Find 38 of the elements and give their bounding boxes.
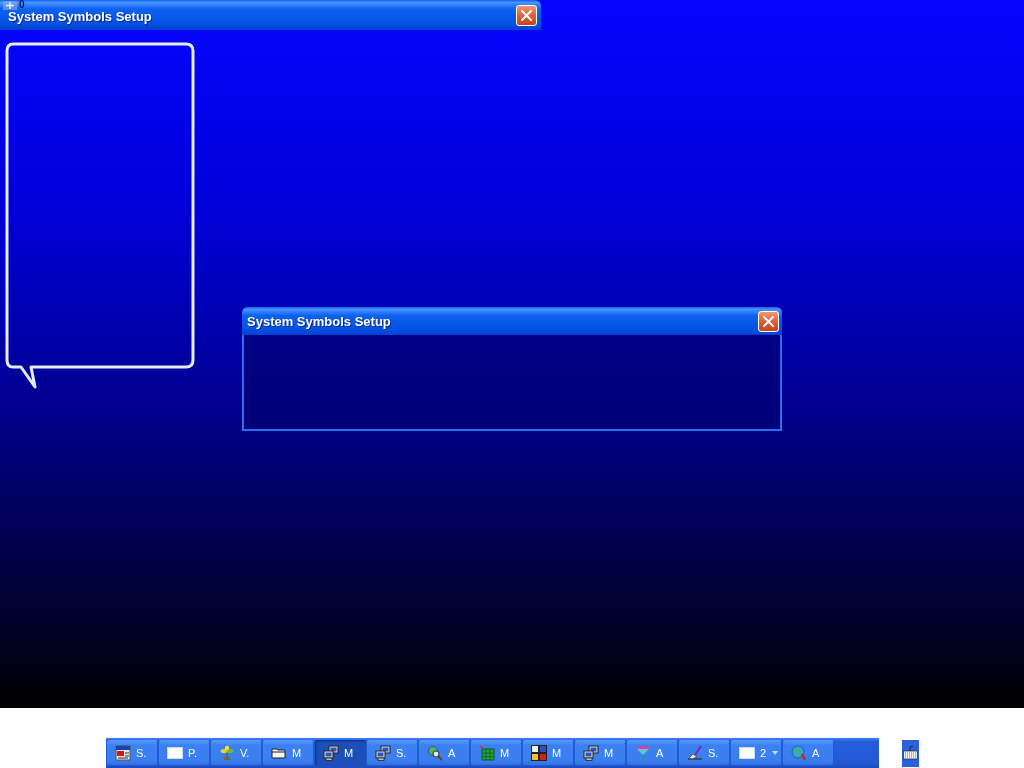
taskbar-button[interactable]: S. xyxy=(107,740,158,766)
taskbar-button[interactable]: M xyxy=(471,740,522,766)
computers-icon xyxy=(583,745,599,761)
close-button[interactable] xyxy=(758,310,779,332)
funnel-icon xyxy=(635,745,651,761)
pen-icon xyxy=(687,745,703,761)
computers-icon xyxy=(323,745,339,761)
blank-window-icon xyxy=(739,745,755,761)
folder-icon xyxy=(271,745,287,761)
window-title: System Symbols Setup xyxy=(8,8,152,23)
keyboard-icon[interactable] xyxy=(902,739,919,767)
taskbar-button[interactable]: A xyxy=(783,740,834,766)
taskbar-button[interactable]: 2 xyxy=(731,740,782,766)
taskbar-button[interactable]: P. xyxy=(159,740,210,766)
taskbar-button[interactable]: M xyxy=(575,740,626,766)
globe-icon xyxy=(791,745,807,761)
dialog-title: System Symbols Setup xyxy=(247,314,391,328)
taskbar-button[interactable]: A xyxy=(627,740,678,766)
taskbar-button[interactable]: V. xyxy=(211,740,262,766)
taskbar-button[interactable]: M xyxy=(523,740,574,766)
magnifier-icon xyxy=(427,745,443,761)
sprout-icon xyxy=(219,745,235,761)
taskbar-button[interactable]: S. xyxy=(679,740,730,766)
spreadsheet-icon xyxy=(479,745,495,761)
close-icon xyxy=(521,9,532,21)
form-icon xyxy=(115,745,131,761)
computers-icon xyxy=(375,745,391,761)
taskbar-button[interactable]: M xyxy=(315,740,366,766)
taskbar-button[interactable]: A xyxy=(419,740,470,766)
taskbar-button[interactable]: S. xyxy=(367,740,418,766)
blank-window-icon xyxy=(167,745,183,761)
close-icon xyxy=(763,315,774,327)
caret-icon xyxy=(772,751,779,755)
corner-label: 0 xyxy=(19,0,25,10)
close-button[interactable] xyxy=(516,4,537,26)
plus-icon xyxy=(3,1,17,10)
tiles-icon xyxy=(531,745,547,761)
taskbar-button[interactable]: M xyxy=(263,740,314,766)
